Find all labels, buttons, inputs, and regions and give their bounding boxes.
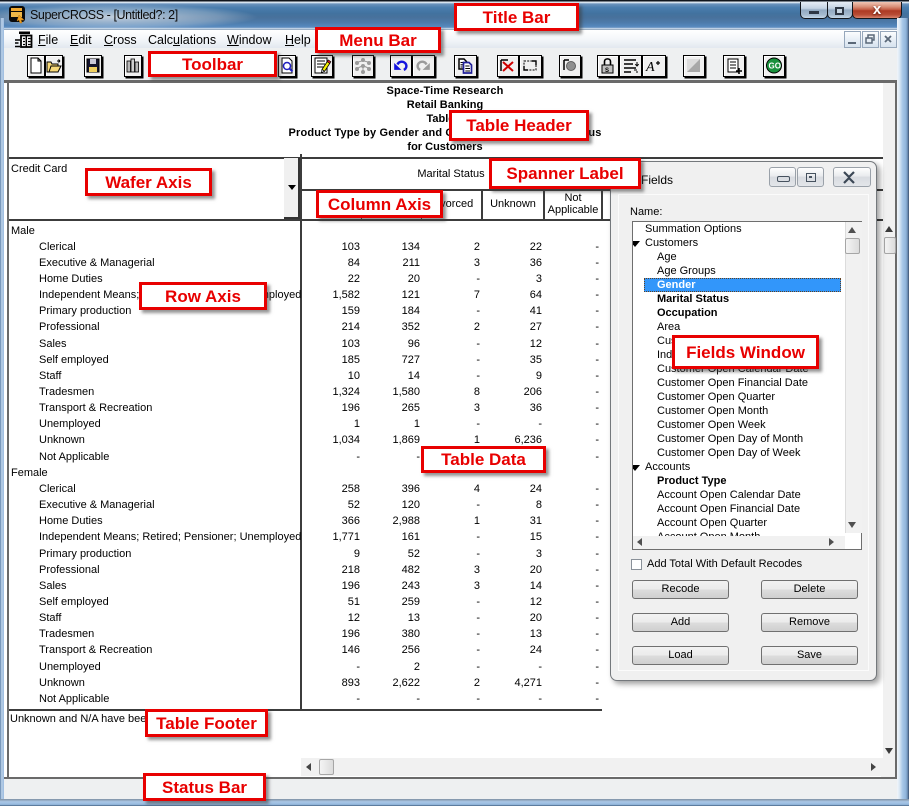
svg-text:A: A <box>645 60 655 75</box>
svg-text:GO: GO <box>769 62 781 71</box>
svg-text:S: S <box>605 68 609 74</box>
